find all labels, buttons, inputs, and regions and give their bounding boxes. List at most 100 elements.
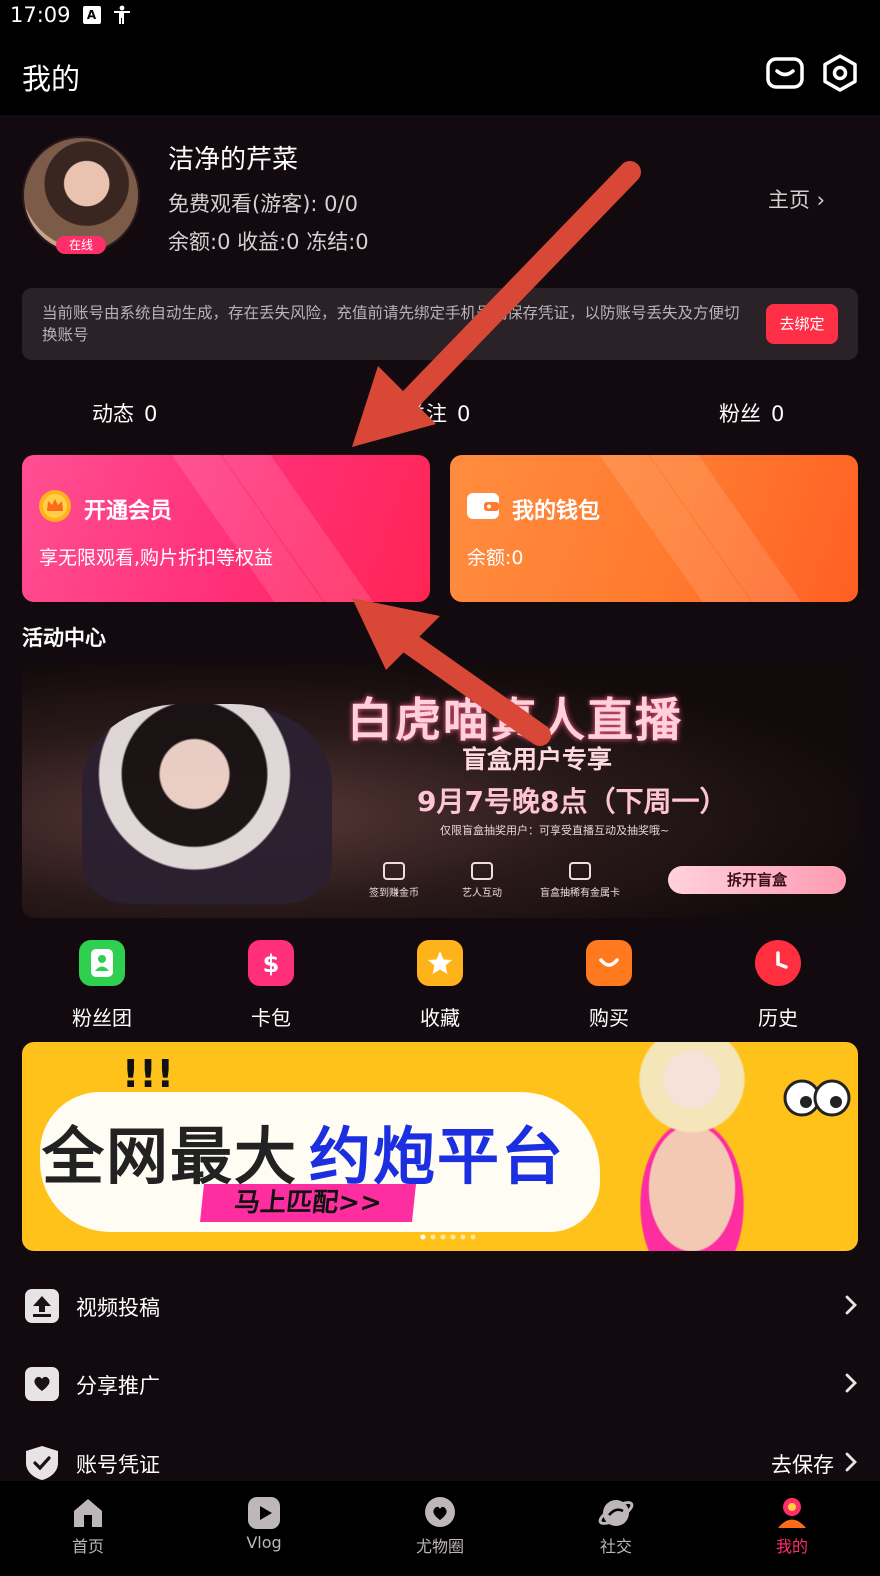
tab-label: 我的 — [775, 1537, 808, 1556]
carousel-dots — [420, 1225, 480, 1240]
shortcut-label: 卡包 — [251, 1006, 291, 1030]
menu-item-video-upload[interactable]: 视频投稿 — [0, 1274, 880, 1344]
shortcut-label: 历史 — [758, 1006, 798, 1030]
vip-title: 开通会员 — [84, 499, 173, 524]
stat-following[interactable]: 关注 0 — [405, 398, 470, 428]
chevron-right-icon — [844, 1447, 858, 1477]
tab-label: 首页 — [71, 1537, 104, 1556]
profile-icon — [774, 1495, 810, 1531]
banner-feature: 艺人互动 — [432, 862, 532, 899]
stat-label: 关注 — [405, 402, 447, 426]
shortcut-grid: 粉丝团 $ 卡包 收藏 购买 历史 — [0, 938, 880, 1033]
shortcut-history[interactable]: 历史 — [718, 938, 838, 1031]
stat-value: 0 — [771, 402, 785, 426]
tab-vlog[interactable]: Vlog — [176, 1481, 352, 1576]
account-notice: 当前账号由系统自动生成，存在丢失风险，充值前请先绑定手机号或保存凭证，以防账号丢… — [22, 288, 858, 360]
shortcut-fan-club[interactable]: 粉丝团 — [42, 938, 162, 1031]
crown-icon — [38, 489, 72, 523]
stat-value: 0 — [144, 402, 158, 426]
open-blind-box-button[interactable]: 拆开盲盒 — [668, 866, 846, 894]
top-bar: 我的 — [0, 30, 880, 115]
wallet-card[interactable]: 我的钱包 余额:0 — [450, 455, 858, 602]
status-bar: 17:09 A — [0, 0, 880, 30]
live-event-banner[interactable]: 白虎喵真人直播 盲盒用户专享 9月7号晚8点（下周一） 仅限盲盒抽奖用户：可享受… — [22, 664, 858, 918]
share-icon — [24, 1366, 60, 1402]
banner-feature-label: 盲盒抽稀有金属卡 — [540, 888, 620, 899]
stat-posts[interactable]: 动态 0 — [92, 398, 157, 428]
menu-label: 账号凭证 — [76, 1453, 160, 1477]
coins-icon — [383, 862, 405, 880]
nickname: 洁净的芹菜 — [168, 145, 299, 175]
banner-note: 仅限盲盒抽奖用户：可享受直播互动及抽奖哦~ — [440, 824, 670, 837]
shortcut-card-wallet[interactable]: $ 卡包 — [211, 938, 331, 1031]
stat-label: 粉丝 — [719, 402, 761, 426]
shortcut-label: 收藏 — [420, 1006, 460, 1030]
gift-icon — [569, 862, 591, 880]
message-icon[interactable] — [766, 57, 804, 89]
tab-label: 社交 — [599, 1537, 632, 1556]
status-time: 17:09 — [10, 3, 71, 27]
balance-line: 余额:0 收益:0 冻结:0 — [168, 230, 369, 254]
menu-label: 视频投稿 — [76, 1296, 160, 1320]
vip-card[interactable]: 开通会员 享无限观看,购片折扣等权益 — [22, 455, 430, 602]
googly-eyes-icon — [782, 1078, 852, 1118]
planet-icon — [598, 1495, 634, 1531]
shortcut-label: 购买 — [589, 1006, 629, 1030]
banner-feature-label: 艺人互动 — [462, 888, 502, 899]
banner-headline-b: 约炮平台 — [309, 1120, 566, 1193]
clock-icon — [755, 940, 801, 986]
banner-subtitle: 盲盒用户专享 — [462, 745, 613, 774]
vip-subtitle: 享无限观看,购片折扣等权益 — [39, 547, 274, 569]
a-icon: A — [82, 6, 101, 24]
banner-model-image — [82, 704, 332, 904]
wallet-icon — [466, 489, 500, 523]
page-title: 我的 — [22, 62, 81, 96]
promo-banner[interactable]: !!! 全网最大 约炮平台 马上匹配>> — [22, 1042, 858, 1251]
menu-label: 分享推广 — [76, 1374, 160, 1398]
settings-icon[interactable] — [821, 54, 859, 92]
stat-label: 动态 — [92, 402, 134, 426]
free-watch-count: 免费观看(游客): 0/0 — [168, 192, 358, 216]
svg-text:$: $ — [263, 950, 280, 978]
shortcut-favorites[interactable]: 收藏 — [380, 938, 500, 1031]
activity-section-title: 活动中心 — [22, 626, 106, 650]
notice-text: 当前账号由系统自动生成，存在丢失风险，充值前请先绑定手机号或保存凭证，以防账号丢… — [42, 304, 740, 344]
banner-date: 9月7号晚8点（下周一） — [417, 785, 728, 818]
accessibility-icon — [113, 5, 131, 24]
heart-chat-icon — [422, 1495, 458, 1531]
stat-value: 0 — [457, 402, 471, 426]
play-icon — [246, 1495, 282, 1531]
bottom-tab-bar: 首页 Vlog 尤物圈 社交 我的 — [0, 1481, 880, 1576]
homepage-link[interactable]: 主页 › — [768, 184, 825, 214]
online-badge: 在线 — [56, 236, 106, 254]
wallet-title: 我的钱包 — [512, 499, 601, 524]
banner-model-image — [592, 1042, 792, 1251]
chevron-right-icon — [844, 1290, 858, 1320]
shortcut-purchase[interactable]: 购买 — [549, 938, 669, 1031]
tab-circle[interactable]: 尤物圈 — [352, 1481, 528, 1576]
wallet-balance: 余额:0 — [467, 547, 524, 569]
fan-club-icon — [79, 940, 125, 986]
tab-label: 尤物圈 — [415, 1537, 464, 1556]
card-wallet-icon: $ — [248, 940, 294, 986]
banner-feature: 盲盒抽稀有金属卡 — [530, 862, 630, 899]
shield-icon — [24, 1445, 60, 1481]
chevron-right-icon — [844, 1368, 858, 1398]
banner-exclamation: !!! — [122, 1052, 174, 1096]
tab-mine[interactable]: 我的 — [704, 1481, 880, 1576]
star-icon — [417, 940, 463, 986]
banner-feature-label: 签到赚金币 — [369, 888, 419, 899]
menu-item-share[interactable]: 分享推广 — [0, 1352, 880, 1422]
shopping-bag-icon — [586, 940, 632, 986]
shortcut-label: 粉丝团 — [72, 1006, 132, 1030]
stats-row: 动态 0 关注 0 粉丝 0 — [0, 392, 880, 432]
stat-fans[interactable]: 粉丝 0 — [719, 398, 784, 428]
tab-social[interactable]: 社交 — [528, 1481, 704, 1576]
home-icon — [70, 1495, 106, 1531]
upload-icon — [24, 1288, 60, 1324]
banner-headline-a: 全网最大 — [42, 1120, 299, 1193]
match-now-button[interactable]: 马上匹配>> — [200, 1184, 416, 1222]
bind-button[interactable]: 去绑定 — [766, 304, 838, 344]
tab-label: Vlog — [246, 1533, 282, 1552]
tab-home[interactable]: 首页 — [0, 1481, 176, 1576]
